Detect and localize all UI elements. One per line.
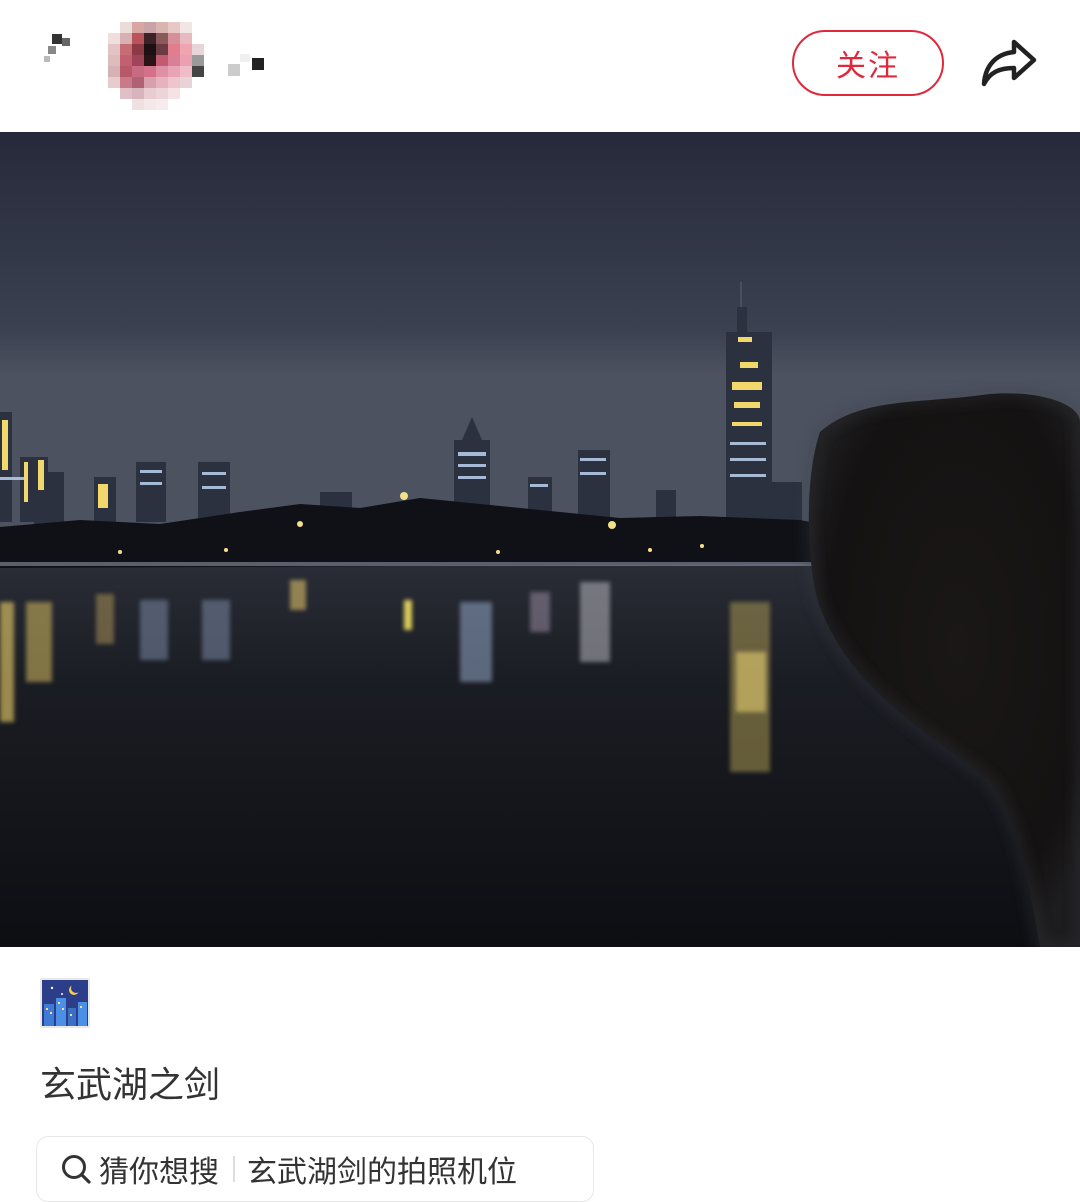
share-button[interactable]: [978, 34, 1040, 94]
back-button[interactable]: [38, 30, 78, 90]
username[interactable]: [222, 52, 270, 86]
suggest-query[interactable]: 玄武湖剑的拍照机位: [247, 1147, 517, 1191]
post-detail-page: 关注 玄武湖之剑 猜你想搜 玄武湖剑的拍照机位: [0, 0, 1080, 1202]
back-icon: [44, 34, 70, 62]
post-header: 关注: [0, 0, 1080, 132]
share-icon: [981, 39, 1037, 87]
post-photo[interactable]: [0, 132, 1080, 947]
follow-button[interactable]: 关注: [792, 30, 944, 96]
avatar[interactable]: [108, 22, 204, 110]
search-icon: [62, 1155, 91, 1184]
post-title: 玄武湖之剑: [40, 1065, 221, 1106]
suggested-search[interactable]: 猜你想搜 玄武湖剑的拍照机位: [36, 1136, 594, 1202]
suggest-label: 猜你想搜: [99, 1155, 219, 1190]
suggest-divider: [233, 1156, 235, 1182]
night-city-emoji: [40, 978, 90, 1028]
